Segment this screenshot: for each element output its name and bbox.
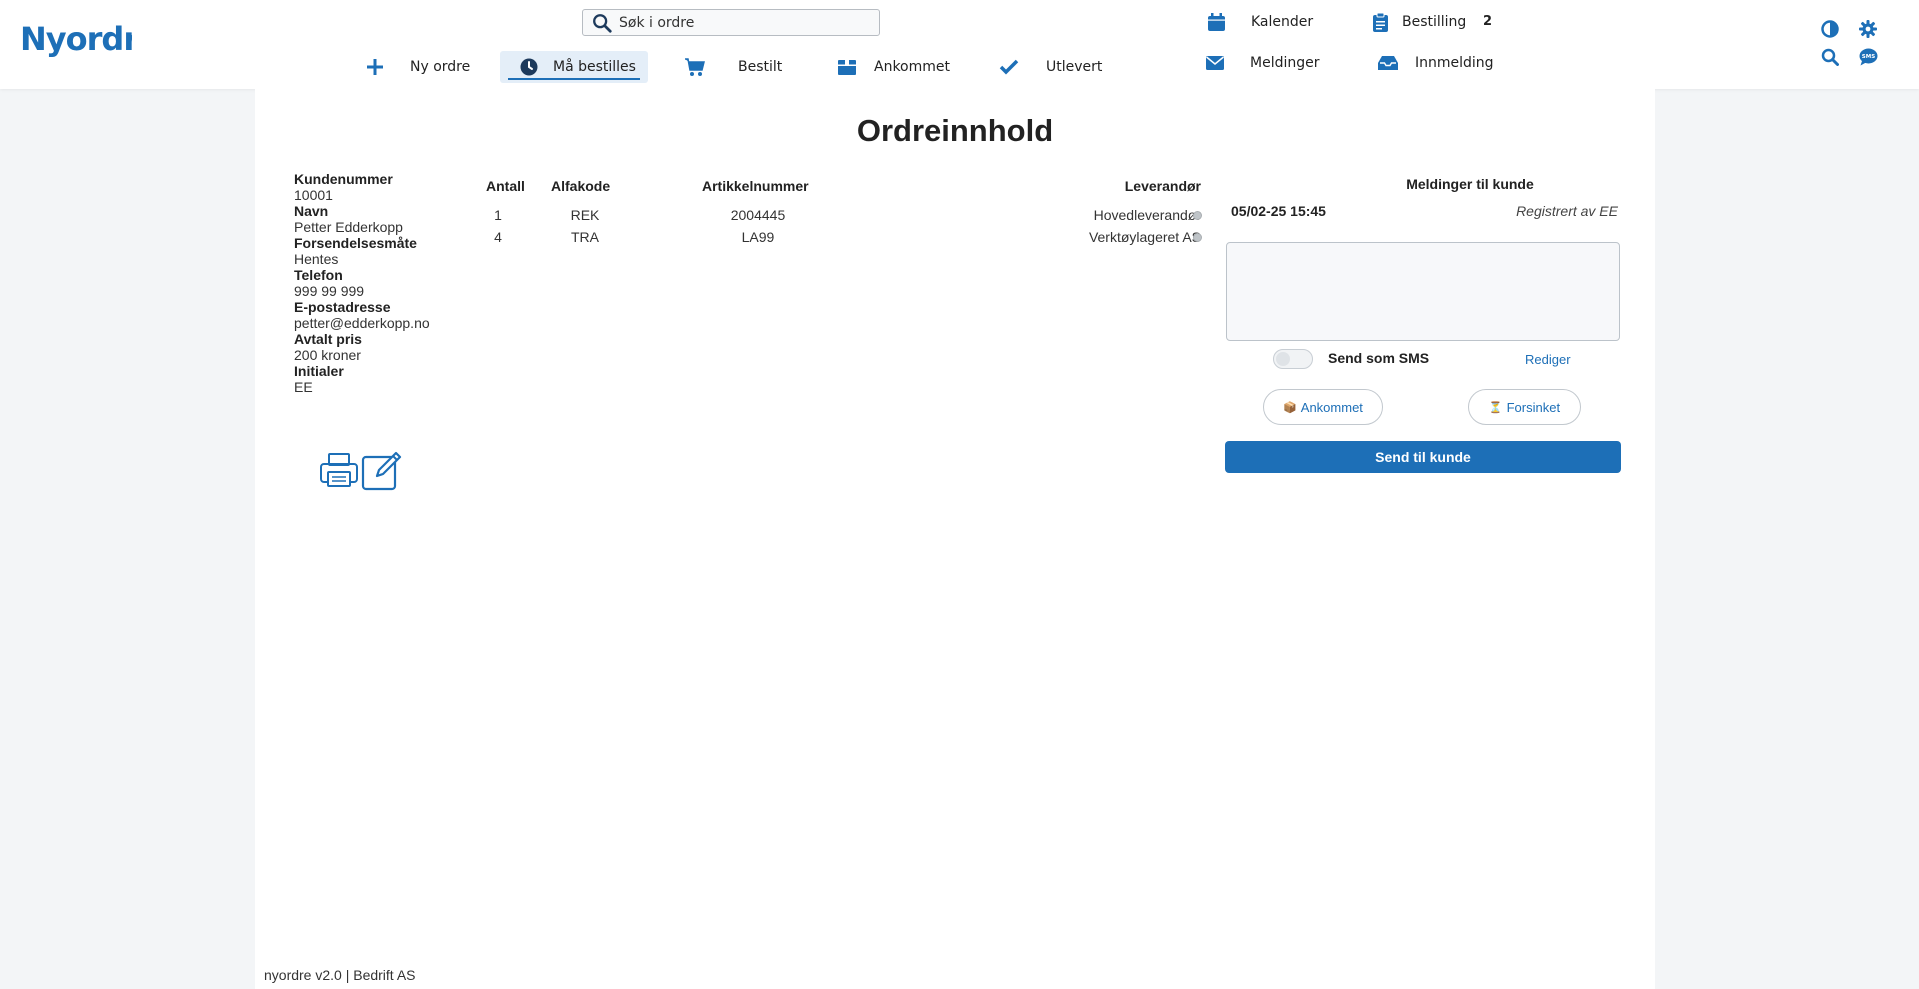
- customer-info: Kundenummer 10001 Navn Petter Edderkopp …: [294, 171, 430, 395]
- message-textarea[interactable]: [1226, 242, 1620, 341]
- info-value: petter@edderkopp.no: [294, 315, 430, 331]
- cell-alfakode: REK: [570, 207, 600, 223]
- svg-text:Nyordre: Nyordre: [20, 20, 132, 58]
- delayed-template-button[interactable]: ⏳ Forsinket: [1468, 389, 1581, 425]
- send-to-customer-button[interactable]: Send til kunde: [1225, 441, 1621, 473]
- message-date: 05/02-25 15:45: [1231, 203, 1326, 219]
- settings-gear-icon[interactable]: [1858, 19, 1878, 39]
- column-header-leverandor: Leverandør: [1124, 178, 1201, 194]
- info-value: EE: [294, 379, 313, 395]
- button-label: Ankommet: [1300, 399, 1363, 415]
- cell-antall: 4: [494, 229, 502, 245]
- nav-ny-ordre[interactable]: Ny ordre: [360, 52, 480, 82]
- sms-chat-icon[interactable]: SMS: [1858, 47, 1878, 67]
- contrast-toggle-icon[interactable]: [1820, 19, 1840, 39]
- nav-ma-bestilles[interactable]: Må bestilles: [500, 51, 648, 83]
- search-icon: [593, 13, 612, 33]
- nav-label: Utlevert: [1046, 59, 1103, 75]
- nav-ankommet[interactable]: Ankommet: [836, 52, 966, 82]
- order-content-card: Ordreinnhold Kundenummer 10001 Navn Pett…: [255, 89, 1655, 989]
- edit-link[interactable]: Rediger: [1525, 352, 1571, 367]
- nav-meldinger[interactable]: Meldinger: [1205, 52, 1335, 74]
- info-value: Petter Edderkopp: [294, 219, 403, 235]
- nav-label: Ny ordre: [410, 59, 471, 75]
- info-label: Telefon: [294, 267, 343, 283]
- svg-text:SMS: SMS: [1861, 54, 1874, 60]
- cell-leverandor: Verktøylageret AS: [1088, 229, 1201, 245]
- info-value: Hentes: [294, 251, 339, 267]
- footer-version: nyordre v2.0 | Bedrift AS: [264, 967, 416, 983]
- nav-innmelding[interactable]: Innmelding: [1378, 52, 1508, 74]
- clock-icon: [518, 56, 540, 78]
- top-bar: Nyordre Ny ordre Må bestilles Bestilt An…: [0, 0, 1919, 89]
- info-label: Navn: [294, 203, 329, 219]
- button-label: Forsinket: [1506, 399, 1561, 415]
- clipboard-icon: [1370, 12, 1390, 32]
- cell-alfakode: TRA: [571, 229, 599, 245]
- logo-graphic: Nyordre: [20, 20, 160, 58]
- edit-order-icon[interactable]: [361, 449, 403, 495]
- plus-icon: [364, 56, 386, 78]
- box-icon: [836, 56, 858, 78]
- search-icon[interactable]: [1820, 47, 1840, 67]
- arrived-template-button[interactable]: 📦 Ankommet: [1263, 389, 1383, 425]
- message-registered-by: Registrert av EE: [1516, 203, 1618, 219]
- info-value: 200 kroner: [294, 347, 361, 363]
- nav-kalender[interactable]: Kalender: [1206, 11, 1326, 33]
- search-box[interactable]: [582, 9, 880, 36]
- nav-label: Meldinger: [1250, 55, 1320, 71]
- info-label: Avtalt pris: [294, 331, 362, 347]
- nav-label: Bestilling: [1402, 14, 1467, 30]
- column-header-antall: Antall: [486, 178, 525, 194]
- calendar-icon: [1206, 12, 1226, 32]
- nav-label: Innmelding: [1415, 55, 1494, 71]
- envelope-icon: [1205, 53, 1225, 73]
- nav-label: Må bestilles: [553, 59, 636, 75]
- column-header-artikkelnummer: Artikkelnummer: [702, 178, 809, 194]
- nav-label: Ankommet: [874, 59, 951, 75]
- printer-icon[interactable]: [320, 452, 358, 492]
- status-dot: [1193, 233, 1202, 242]
- nyordre-logo[interactable]: Nyordre: [20, 18, 160, 66]
- info-label: Initialer: [294, 363, 344, 379]
- cell-artikkelnummer: LA99: [741, 229, 775, 245]
- cart-icon: [684, 56, 706, 78]
- hourglass-icon: ⏳: [1488, 401, 1503, 414]
- info-label: Forsendelsesmåte: [294, 235, 417, 251]
- info-value: 10001: [294, 187, 333, 203]
- sms-toggle-label: Send som SMS: [1328, 350, 1430, 366]
- nav-utlevert[interactable]: Utlevert: [998, 52, 1108, 82]
- package-icon: 📦: [1283, 401, 1297, 414]
- info-label: Kundenummer: [294, 171, 393, 187]
- nav-label: Kalender: [1251, 14, 1314, 30]
- cell-leverandor: Hovedleverandør: [1093, 207, 1201, 223]
- nav-bestilt[interactable]: Bestilt: [684, 52, 794, 82]
- check-icon: [998, 56, 1020, 78]
- messages-title: Meldinger til kunde: [1406, 176, 1534, 192]
- sms-toggle[interactable]: [1273, 349, 1313, 369]
- nav-label: Bestilt: [738, 59, 783, 75]
- bestilling-count-badge: 2: [1483, 14, 1493, 29]
- search-input[interactable]: [619, 14, 859, 31]
- cell-artikkelnummer: 2004445: [730, 207, 786, 223]
- nav-bestilling[interactable]: Bestilling: [1370, 11, 1480, 33]
- status-dot: [1193, 211, 1202, 220]
- column-header-alfakode: Alfakode: [551, 178, 611, 194]
- page-title: Ordreinnhold: [856, 113, 1054, 148]
- info-value: 999 99 999: [294, 283, 365, 299]
- cell-antall: 1: [494, 207, 502, 223]
- info-label: E-postadresse: [294, 299, 391, 315]
- inbox-icon: [1378, 53, 1398, 73]
